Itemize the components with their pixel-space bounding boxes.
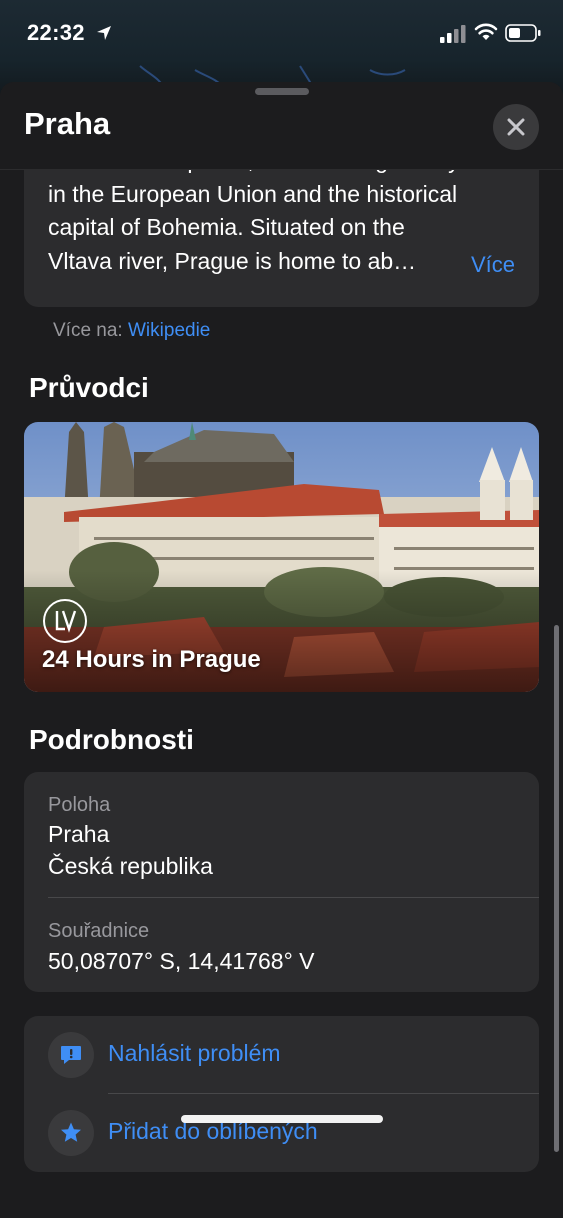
battery-icon bbox=[505, 24, 541, 42]
source-attribution: Více na: Wikipedie bbox=[53, 320, 210, 342]
sheet-grabber[interactable] bbox=[255, 88, 309, 95]
about-line: capital of Bohemia. Situated on the bbox=[48, 214, 405, 240]
scrollbar[interactable] bbox=[554, 625, 559, 1152]
coordinates-label: Souřadnice bbox=[48, 920, 150, 942]
about-line: Vltava river, Prague is home to ab… bbox=[48, 247, 417, 274]
location-city: Praha bbox=[48, 821, 110, 847]
close-button[interactable] bbox=[493, 104, 539, 150]
more-link[interactable]: Více bbox=[471, 252, 515, 278]
location-country: Česká republika bbox=[48, 853, 213, 879]
star-icon-circle bbox=[48, 1110, 94, 1156]
home-indicator[interactable] bbox=[181, 1115, 383, 1123]
close-icon bbox=[507, 118, 525, 136]
report-problem-label: Nahlásit problém bbox=[108, 1040, 281, 1066]
guide-title: 24 Hours in Prague bbox=[42, 646, 261, 673]
details-section-title: Podrobnosti bbox=[29, 724, 194, 755]
about-line: in the European Union and the historical bbox=[48, 180, 458, 207]
status-bar: 22:32 bbox=[0, 0, 563, 66]
status-time: 22:32 bbox=[27, 20, 85, 45]
add-to-favorites-button[interactable]: Přidat do oblíbených bbox=[24, 1094, 539, 1172]
wifi-icon bbox=[474, 23, 498, 40]
cellular-signal-icon bbox=[440, 25, 466, 43]
report-problem-icon-circle bbox=[48, 1032, 94, 1078]
details-card: Poloha Praha Česká republika Souřadnice … bbox=[24, 772, 539, 992]
sheet-header: Praha bbox=[0, 82, 563, 170]
details-divider bbox=[48, 897, 539, 898]
guide-card[interactable]: 24 Hours in Prague bbox=[24, 422, 539, 692]
source-prefix: Více na: bbox=[53, 320, 123, 341]
report-problem-button[interactable]: Nahlásit problém bbox=[24, 1016, 539, 1094]
place-title: Praha bbox=[24, 106, 111, 141]
louis-vuitton-city-guide-logo bbox=[43, 599, 87, 643]
guides-section-title: Průvodci bbox=[29, 372, 149, 403]
report-problem-icon bbox=[61, 1046, 81, 1064]
wikipedia-link[interactable]: Wikipedie bbox=[128, 320, 210, 341]
coordinates-value[interactable]: 50,08707° S, 14,41768° V bbox=[48, 948, 315, 975]
location-arrow-icon bbox=[97, 26, 111, 40]
location-label: Poloha bbox=[48, 794, 111, 816]
place-card-sheet: the Czech Republic, the 13th largest cit… bbox=[0, 82, 563, 1218]
star-icon bbox=[61, 1122, 81, 1142]
actions-card: Nahlásit problém Přidat do oblíbených bbox=[24, 1016, 539, 1172]
